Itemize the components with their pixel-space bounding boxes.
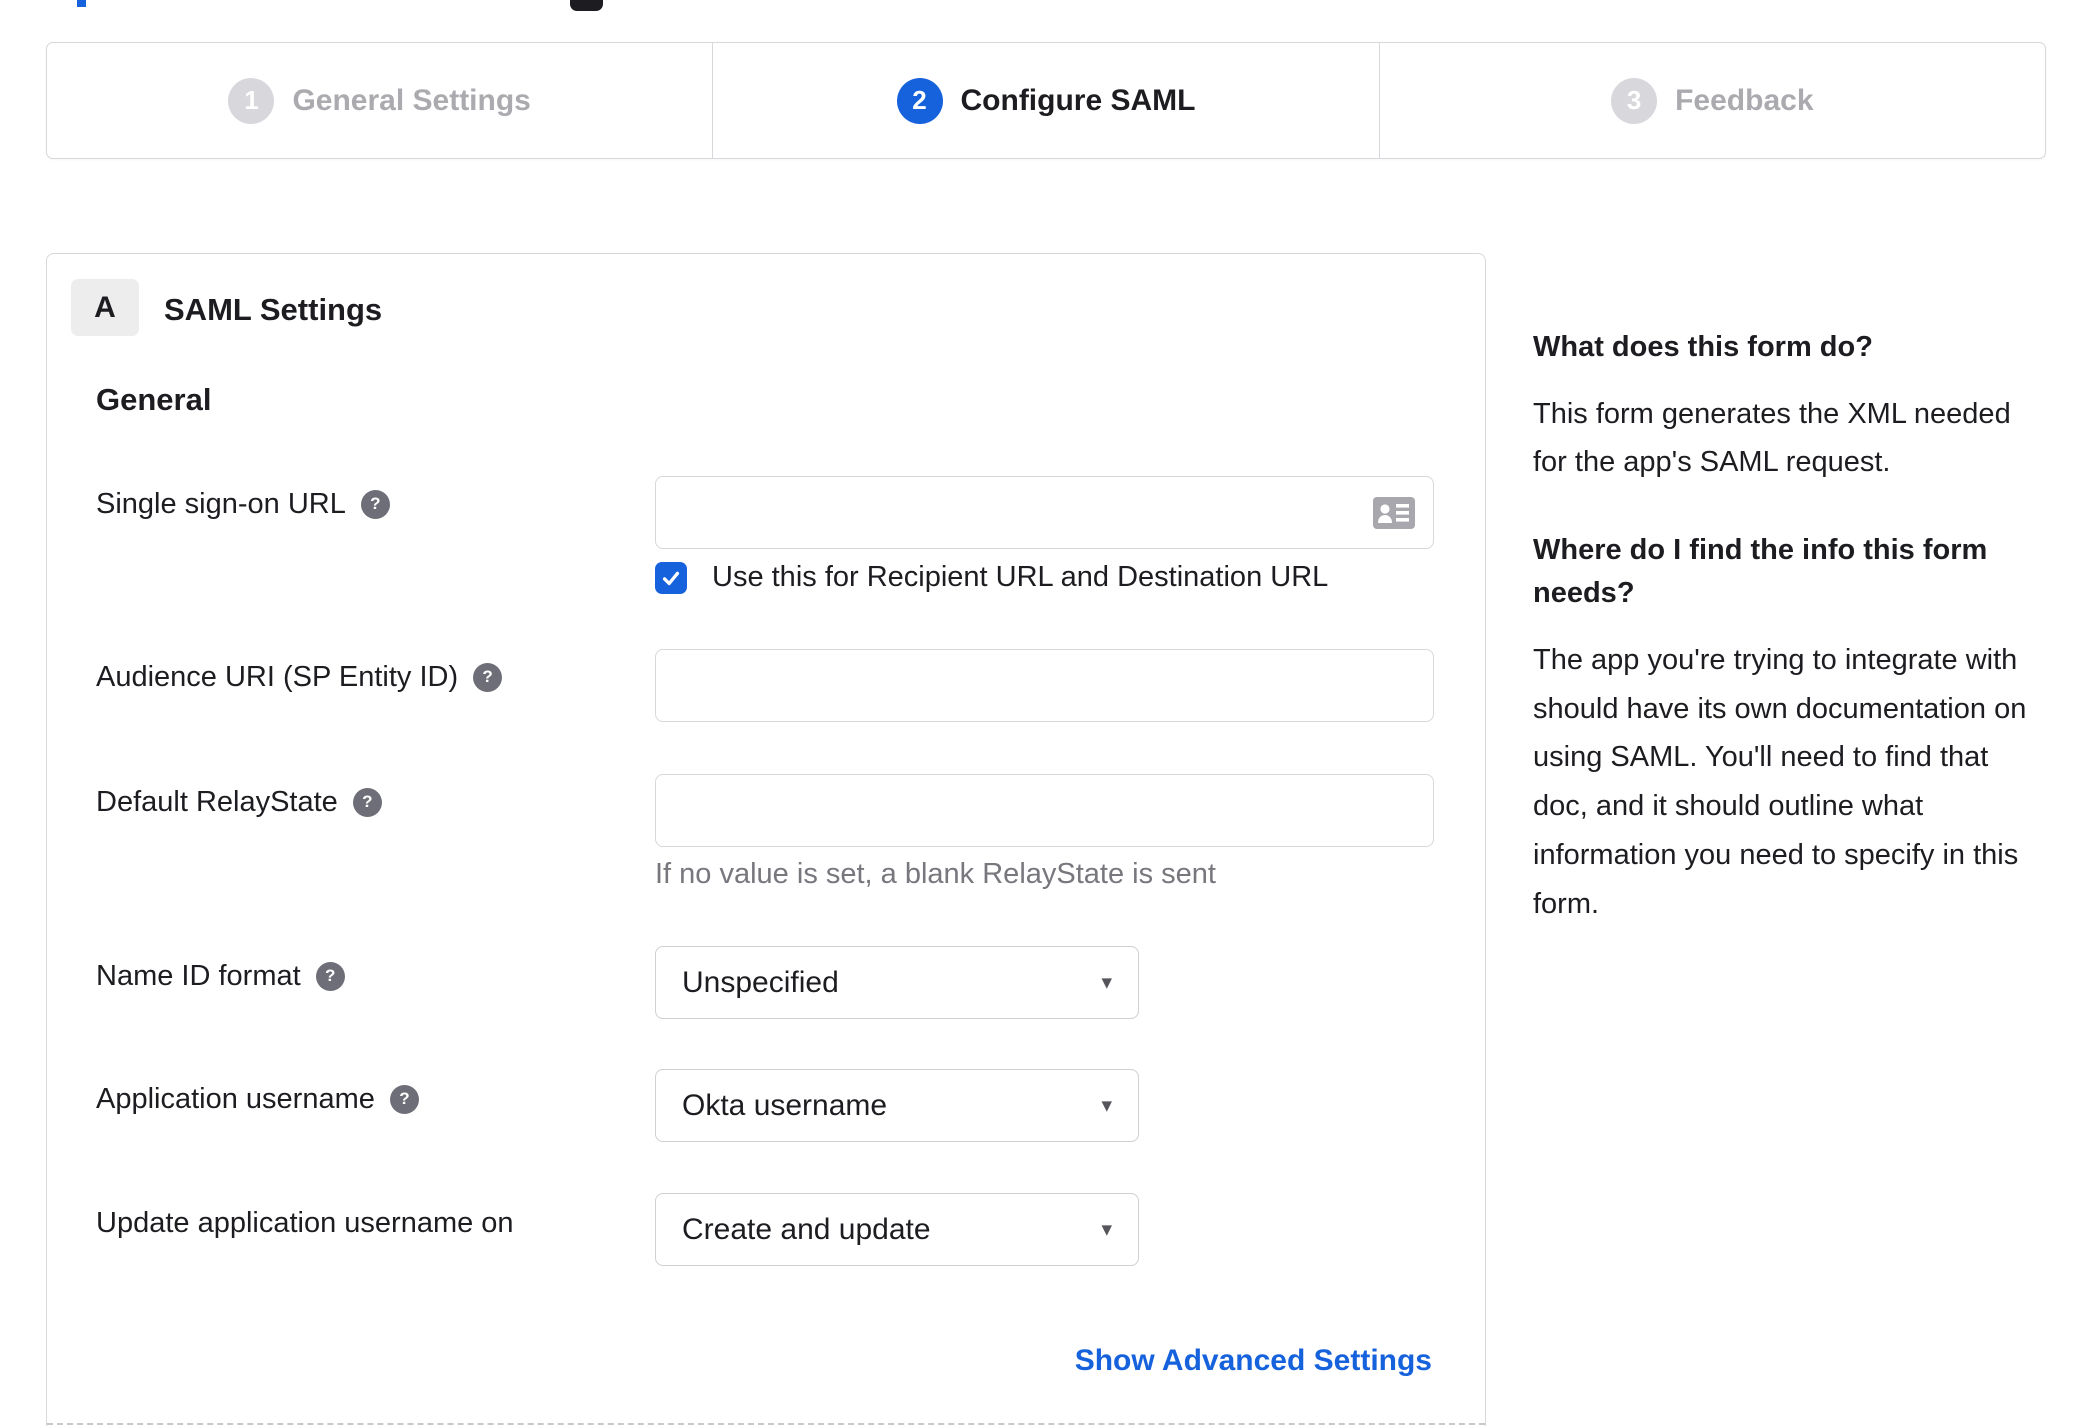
help-icon[interactable]: ? [352, 787, 382, 817]
relaystate-hint: If no value is set, a blank RelayState i… [655, 858, 1216, 890]
update-username-label: Update application username on [96, 1207, 514, 1239]
checkmark-icon [662, 571, 680, 585]
help-icon[interactable]: ? [473, 662, 503, 692]
caret-down-icon: ▾ [1101, 1094, 1112, 1117]
audience-uri-label: Audience URI (SP Entity ID) ? [96, 659, 503, 695]
step-2-label: Configure SAML [960, 83, 1196, 117]
app-username-label: Application username ? [96, 1081, 419, 1117]
step-3-number: 3 [1611, 77, 1658, 124]
help-question-2-body: The app you're trying to integrate with … [1533, 643, 2027, 920]
step-1-number: 1 [228, 77, 275, 124]
wizard-stepper: 1 General Settings 2 Configure SAML 3 Fe… [46, 42, 2046, 159]
help-question-2-title: Where do I find the info this form needs… [1533, 533, 1988, 610]
general-section-title: General [96, 382, 212, 417]
panel-section-divider [47, 1423, 1485, 1425]
help-question-1-body: This form generates the XML needed for t… [1533, 397, 2011, 479]
name-id-format-select[interactable]: Unspecified ▾ [655, 946, 1139, 1019]
caret-down-icon: ▾ [1101, 971, 1112, 994]
section-a-badge: A [71, 279, 139, 336]
help-icon[interactable]: ? [315, 961, 345, 991]
help-sidebar: What does this form do? This form genera… [1533, 326, 2049, 970]
recipient-url-checkbox-label: Use this for Recipient URL and Destinati… [712, 561, 1329, 593]
show-advanced-settings-link[interactable]: Show Advanced Settings [1075, 1344, 1432, 1378]
panel-title: SAML Settings [164, 292, 383, 327]
help-icon[interactable]: ? [360, 489, 390, 519]
help-icon[interactable]: ? [389, 1084, 419, 1114]
name-id-format-label: Name ID format ? [96, 958, 345, 994]
step-2-number: 2 [896, 77, 943, 124]
update-username-select[interactable]: Create and update ▾ [655, 1193, 1139, 1266]
recipient-url-checkbox-row: Use this for Recipient URL and Destinati… [655, 561, 1328, 594]
configure-saml-page: 1 General Settings 2 Configure SAML 3 Fe… [0, 0, 2092, 1426]
saml-settings-panel: A SAML Settings General Single sign-on U… [46, 253, 1486, 1426]
step-feedback[interactable]: 3 Feedback [1378, 43, 2045, 158]
relaystate-input[interactable] [655, 774, 1434, 847]
step-1-label: General Settings [292, 83, 531, 117]
sso-url-input[interactable] [655, 476, 1434, 549]
page-top-logo-fragment [570, 0, 603, 11]
relaystate-label: Default RelayState ? [96, 784, 382, 820]
recipient-url-checkbox[interactable] [655, 561, 687, 594]
audience-uri-input[interactable] [655, 649, 1434, 722]
page-top-blue-fragment [77, 0, 86, 7]
step-3-label: Feedback [1675, 83, 1814, 117]
help-question-1-title: What does this form do? [1533, 331, 1873, 363]
app-username-select[interactable]: Okta username ▾ [655, 1069, 1139, 1142]
step-configure-saml[interactable]: 2 Configure SAML [712, 43, 1378, 158]
step-general-settings[interactable]: 1 General Settings [47, 43, 712, 158]
caret-down-icon: ▾ [1101, 1218, 1112, 1241]
sso-url-label: Single sign-on URL ? [96, 486, 390, 522]
